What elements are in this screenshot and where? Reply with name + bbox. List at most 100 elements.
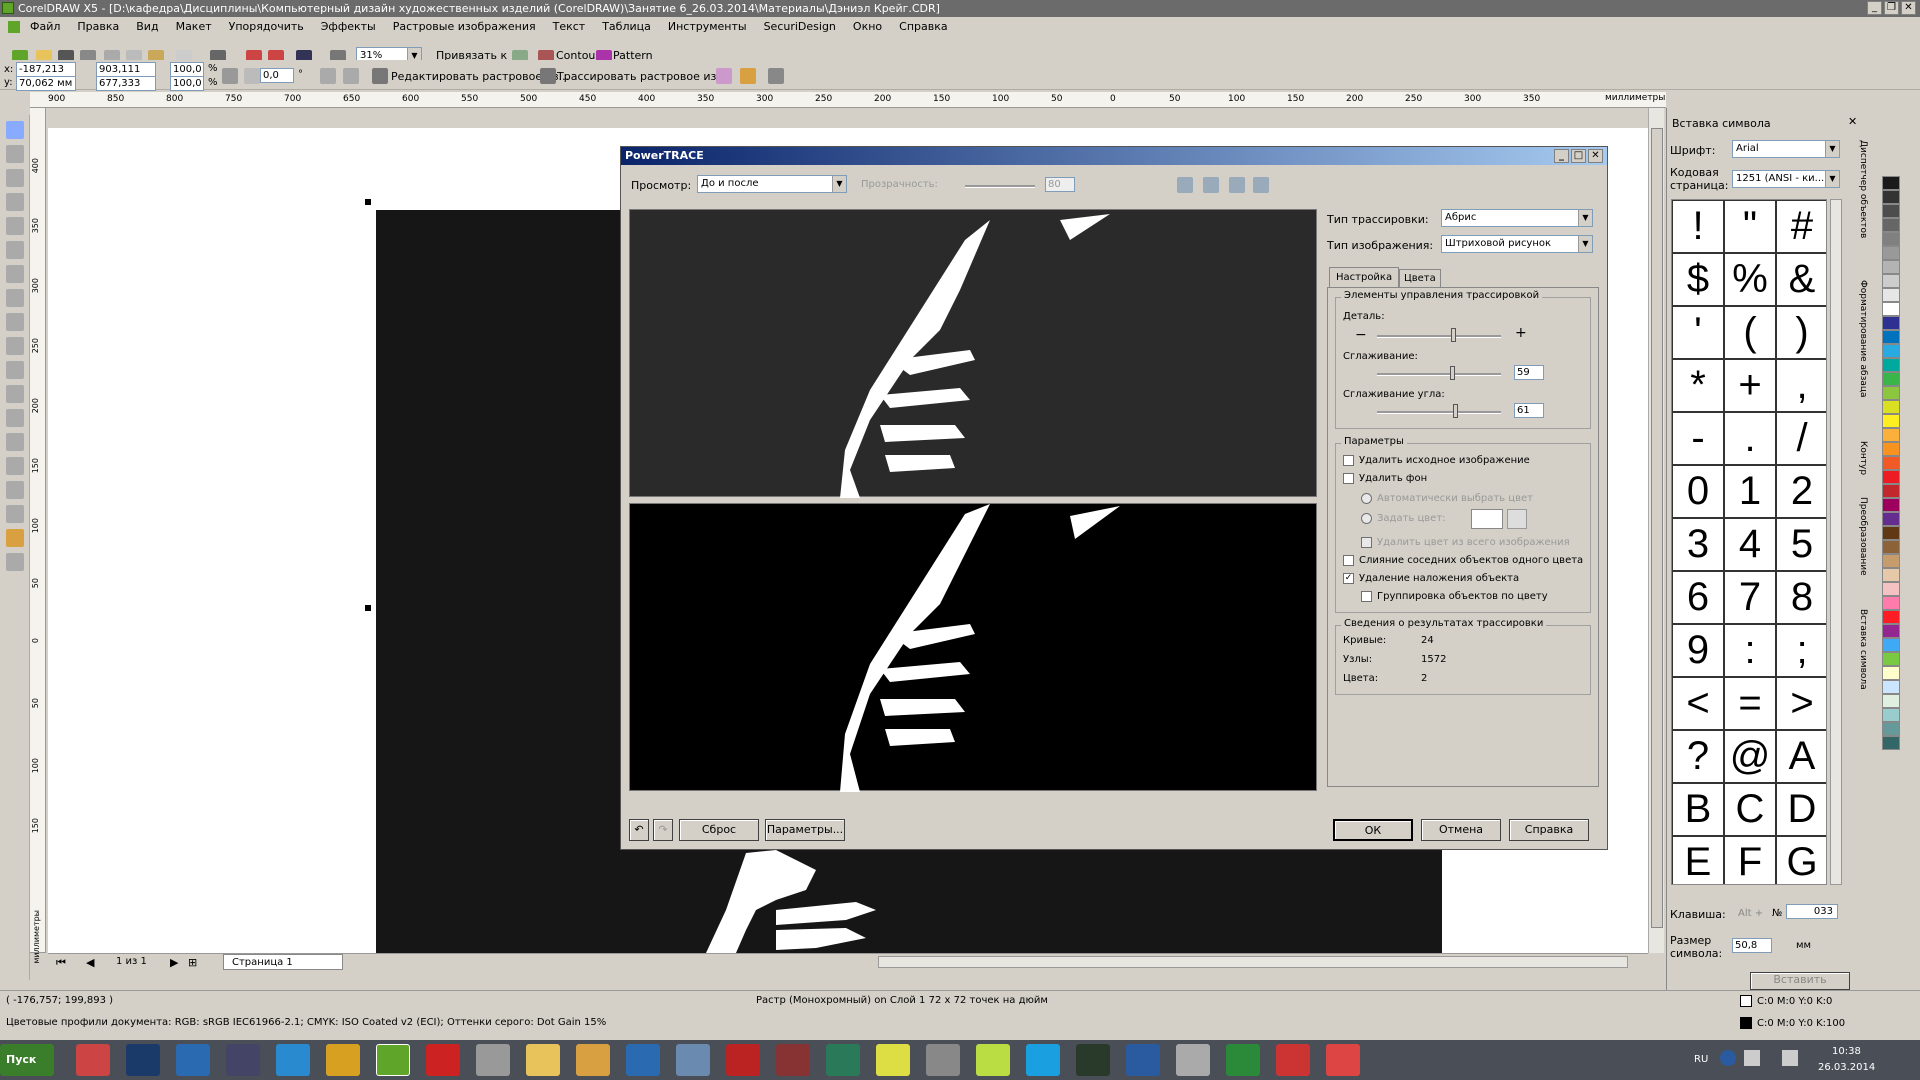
glyph-cell[interactable]: ' bbox=[1672, 306, 1724, 359]
fill-tool-icon[interactable] bbox=[6, 529, 24, 547]
palette-swatch[interactable] bbox=[1882, 610, 1900, 624]
app-icon[interactable] bbox=[226, 1044, 260, 1076]
glyph-cell[interactable]: . bbox=[1724, 412, 1776, 465]
next-page-button[interactable]: ▶ bbox=[170, 956, 178, 969]
skype-app-icon[interactable] bbox=[1026, 1044, 1060, 1076]
menu-item[interactable]: Упорядочить bbox=[229, 20, 304, 33]
app-icon[interactable] bbox=[676, 1044, 710, 1076]
palette-swatch[interactable] bbox=[1882, 484, 1900, 498]
rectangle-tool-icon[interactable] bbox=[6, 265, 24, 283]
zoom-in-icon[interactable] bbox=[1177, 177, 1193, 193]
palette-swatch[interactable] bbox=[1882, 204, 1900, 218]
palette-swatch[interactable] bbox=[1882, 400, 1900, 414]
palette-swatch[interactable] bbox=[1882, 386, 1900, 400]
detail-plus-icon[interactable]: + bbox=[1515, 325, 1527, 341]
palette-swatch[interactable] bbox=[1882, 498, 1900, 512]
docker-side-tab[interactable]: Вставка символа bbox=[1858, 609, 1868, 690]
glyph-cell[interactable]: * bbox=[1672, 359, 1724, 412]
smoothing-slider[interactable] bbox=[1377, 373, 1501, 376]
menu-item[interactable]: Файл bbox=[30, 20, 60, 33]
y-position-field[interactable]: 70,062 мм bbox=[16, 76, 76, 91]
traced-preview-pane[interactable] bbox=[629, 503, 1317, 792]
glyph-cell[interactable]: D bbox=[1776, 783, 1826, 836]
help-tray-icon[interactable] bbox=[1720, 1050, 1736, 1066]
palette-swatch[interactable] bbox=[1882, 232, 1900, 246]
menu-item[interactable]: Правка bbox=[77, 20, 119, 33]
table-tool-icon[interactable] bbox=[6, 385, 24, 403]
freehand-tool-icon[interactable] bbox=[6, 217, 24, 235]
dialog-close-button[interactable]: ✕ bbox=[1588, 149, 1603, 163]
glyph-cell[interactable]: E bbox=[1672, 836, 1724, 884]
smoothing-slider-thumb[interactable] bbox=[1450, 366, 1456, 380]
prev-page-button[interactable]: ◀ bbox=[86, 956, 94, 969]
close-button[interactable]: ✕ bbox=[1901, 1, 1916, 15]
palette-swatch[interactable] bbox=[1882, 260, 1900, 274]
docker-side-tab[interactable]: Форматирование абзаца bbox=[1858, 280, 1868, 398]
smart-fill-tool-icon[interactable] bbox=[6, 241, 24, 259]
app-icon[interactable] bbox=[576, 1044, 610, 1076]
glyph-cell[interactable]: ( bbox=[1724, 306, 1776, 359]
eyedropper-tool-icon[interactable] bbox=[6, 505, 24, 523]
volume-tray-icon[interactable] bbox=[1782, 1050, 1798, 1066]
menu-item[interactable]: Таблица bbox=[602, 20, 651, 33]
palette-swatch[interactable] bbox=[1882, 316, 1900, 330]
glyph-cell[interactable]: ; bbox=[1776, 624, 1826, 677]
glyph-cell[interactable]: A bbox=[1776, 730, 1826, 783]
palette-swatch[interactable] bbox=[1882, 176, 1900, 190]
smoothing-value[interactable]: 59 bbox=[1514, 365, 1544, 380]
mirror-v-icon[interactable] bbox=[343, 68, 359, 84]
pan-hand-icon[interactable] bbox=[1253, 177, 1269, 193]
ok-button[interactable]: ОК bbox=[1333, 819, 1413, 841]
palette-swatch[interactable] bbox=[1882, 302, 1900, 316]
app-icon[interactable] bbox=[826, 1044, 860, 1076]
glyph-cell[interactable]: F bbox=[1724, 836, 1776, 884]
word-app-icon[interactable] bbox=[1126, 1044, 1160, 1076]
firefox-app-icon[interactable] bbox=[76, 1044, 110, 1076]
chrome-app-icon[interactable] bbox=[876, 1044, 910, 1076]
glyph-cell[interactable]: $ bbox=[1672, 253, 1724, 306]
reset-button[interactable]: Сброс bbox=[679, 819, 759, 841]
docker-side-tab[interactable]: Преобразование bbox=[1858, 497, 1868, 576]
fit-to-window-icon[interactable] bbox=[1229, 177, 1245, 193]
text-tool-icon[interactable] bbox=[6, 361, 24, 379]
first-page-button[interactable]: ⏮ bbox=[56, 956, 66, 970]
palette-swatch[interactable] bbox=[1882, 512, 1900, 526]
palette-swatch[interactable] bbox=[1882, 652, 1900, 666]
merge-adjacent-checkbox[interactable] bbox=[1343, 555, 1354, 566]
glyph-cell[interactable]: 2 bbox=[1776, 465, 1826, 518]
glyph-cell[interactable]: % bbox=[1724, 253, 1776, 306]
glyph-cell[interactable]: , bbox=[1776, 359, 1826, 412]
character-grid[interactable]: ! " # $% & '() * +, -./ 0 1 2 3 4 5 6 7 8 9:; < = >? @ A B C D E F G bbox=[1671, 199, 1827, 885]
detail-slider[interactable] bbox=[1377, 335, 1501, 338]
undo-trace-button[interactable]: ↶ bbox=[629, 819, 649, 841]
clock-time[interactable]: 10:38 bbox=[1832, 1046, 1861, 1057]
resample-icon[interactable] bbox=[740, 68, 756, 84]
transparency-tool-icon[interactable] bbox=[6, 481, 24, 499]
color-swatch-button[interactable] bbox=[1471, 509, 1503, 529]
palette-swatch[interactable] bbox=[1882, 540, 1900, 554]
group-by-color-checkbox[interactable] bbox=[1361, 591, 1372, 602]
folder-app-icon[interactable] bbox=[526, 1044, 560, 1076]
kompas-app-icon[interactable] bbox=[176, 1044, 210, 1076]
remove-overlap-checkbox[interactable]: ✓ bbox=[1343, 573, 1354, 584]
palette-swatch[interactable] bbox=[1882, 358, 1900, 372]
palette-swatch[interactable] bbox=[1882, 442, 1900, 456]
preview-mode-select[interactable]: До и после ▼ bbox=[697, 175, 847, 193]
codepage-select[interactable]: 1251 (ANSI - ки... ▼ bbox=[1732, 170, 1840, 188]
selection-handle[interactable] bbox=[365, 605, 371, 611]
glyph-cell[interactable]: 7 bbox=[1724, 571, 1776, 624]
corner-smoothing-slider-thumb[interactable] bbox=[1452, 404, 1458, 418]
glyph-cell[interactable]: & bbox=[1776, 253, 1826, 306]
menu-item[interactable]: Окно bbox=[853, 20, 882, 33]
redo-trace-button[interactable]: ↷ bbox=[653, 819, 673, 841]
menu-item[interactable]: Инструменты bbox=[668, 20, 747, 33]
palette-swatch[interactable] bbox=[1882, 638, 1900, 652]
remove-color-all-checkbox[interactable] bbox=[1361, 537, 1372, 548]
fill-color-swatch[interactable] bbox=[1740, 995, 1752, 1007]
zoom-tool-icon[interactable] bbox=[6, 193, 24, 211]
palette-swatch[interactable] bbox=[1882, 736, 1900, 750]
glyph-cell[interactable]: - bbox=[1672, 412, 1724, 465]
polygon-tool-icon[interactable] bbox=[6, 313, 24, 331]
char-size-field[interactable]: 50,8 bbox=[1732, 938, 1772, 953]
palette-swatch[interactable] bbox=[1882, 582, 1900, 596]
